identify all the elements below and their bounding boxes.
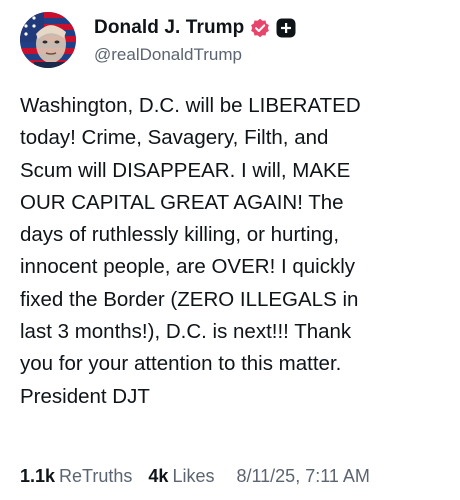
retruths-count[interactable]: 1.1k <box>20 466 55 487</box>
display-name[interactable]: Donald J. Trump <box>94 17 244 39</box>
author-identity: Donald J. Trump @realDonaldTrump <box>94 15 296 65</box>
likes-count[interactable]: 4k <box>148 466 168 487</box>
avatar[interactable] <box>20 12 76 68</box>
user-handle[interactable]: @realDonaldTrump <box>94 45 296 65</box>
verified-badge-icon <box>250 18 270 38</box>
plus-icon[interactable] <box>276 18 296 38</box>
post-header: Donald J. Trump @realDonaldTrump <box>20 12 296 68</box>
post-text: Washington, D.C. will be LIBERATED today… <box>20 94 361 408</box>
post-card: Donald J. Trump @realDonaldTrump Washing… <box>0 0 460 500</box>
likes-label[interactable]: Likes <box>172 466 214 487</box>
name-row: Donald J. Trump <box>94 15 296 41</box>
retruths-label[interactable]: ReTruths <box>59 466 132 487</box>
post-timestamp: 8/11/25, 7:11 AM <box>236 466 370 486</box>
post-stats: 1.1k ReTruths 4k Likes 8/11/25, 7:11 AM <box>20 466 450 487</box>
